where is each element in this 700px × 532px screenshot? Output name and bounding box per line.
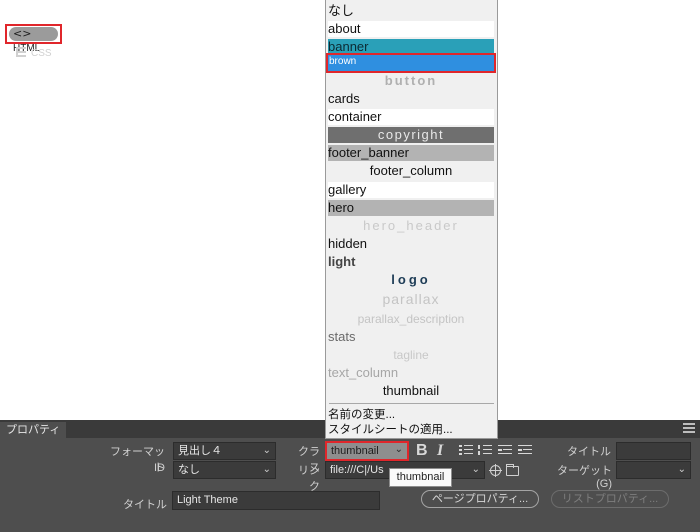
class-dropdown-list[interactable]: なし about banner brown button cards conta… bbox=[325, 0, 498, 439]
dropdown-item-stats[interactable]: stats bbox=[328, 329, 494, 345]
html-mode-pill[interactable]: <> HTML bbox=[9, 27, 58, 54]
dropdown-item-banner[interactable]: banner bbox=[328, 39, 494, 55]
tab-properties[interactable]: プロパティ bbox=[0, 422, 67, 438]
id-label: ID bbox=[154, 462, 165, 474]
chevron-down-icon[interactable]: ⌄ bbox=[472, 462, 480, 478]
dropdown-separator bbox=[329, 403, 494, 404]
class-tooltip: thumbnail bbox=[389, 468, 452, 487]
dropdown-item-light[interactable]: light bbox=[328, 254, 494, 270]
css-mode-toggle[interactable]: CSS bbox=[16, 47, 52, 59]
unordered-list-icon[interactable] bbox=[459, 445, 473, 456]
dropdown-item-about[interactable]: about bbox=[328, 21, 494, 37]
dropdown-item-brown-selected[interactable]: brown bbox=[326, 53, 496, 73]
dropdown-item-footer-column[interactable]: footer_column bbox=[328, 163, 494, 179]
id-select[interactable]: なし ⌄ bbox=[173, 461, 276, 479]
dropdown-item-thumbnail[interactable]: thumbnail bbox=[328, 383, 494, 399]
format-value: 見出し４ bbox=[178, 445, 222, 457]
chevron-down-icon: ⌄ bbox=[262, 464, 271, 475]
link-value: file:///C|/Us bbox=[330, 464, 384, 476]
code-brackets-icon: <> bbox=[13, 27, 32, 40]
dropdown-item-hero-header[interactable]: hero_header bbox=[328, 218, 494, 234]
page-properties-button[interactable]: ページプロパティ... bbox=[421, 490, 539, 508]
document-title-label: タイトル bbox=[123, 499, 167, 511]
rename-class-action[interactable]: 名前の変更... bbox=[328, 408, 395, 423]
target-select[interactable]: ⌄ bbox=[616, 461, 691, 479]
bold-button[interactable]: B bbox=[416, 442, 428, 460]
dropdown-item-button[interactable]: button bbox=[328, 73, 494, 89]
dropdown-item-none[interactable]: なし bbox=[328, 3, 494, 19]
id-value: なし bbox=[178, 464, 200, 476]
dropdown-item-parallax-description[interactable]: parallax_description bbox=[328, 311, 494, 327]
list-properties-button: リストプロパティ... bbox=[551, 490, 669, 508]
target-label: ターゲット (G) bbox=[557, 465, 612, 490]
html-mode-toggle[interactable]: <> HTML bbox=[5, 24, 62, 54]
chevron-down-icon: ⌄ bbox=[262, 445, 271, 456]
class-select[interactable]: thumbnail ⌄ bbox=[325, 441, 409, 461]
dropdown-item-parallax[interactable]: parallax bbox=[328, 291, 494, 307]
dropdown-item-hero[interactable]: hero bbox=[328, 200, 494, 216]
format-select[interactable]: 見出し４ ⌄ bbox=[173, 442, 276, 460]
apply-stylesheet-action[interactable]: スタイルシートの適用... bbox=[328, 423, 453, 438]
title-input-right[interactable] bbox=[616, 442, 691, 460]
class-value: thumbnail bbox=[331, 445, 379, 457]
document-title-value: Light Theme bbox=[177, 494, 238, 506]
chevron-down-icon: ⌄ bbox=[677, 464, 686, 475]
css-mode-label: CSS bbox=[31, 48, 52, 59]
panel-menu-icon[interactable] bbox=[683, 423, 695, 435]
dropdown-item-tagline[interactable]: tagline bbox=[328, 347, 494, 363]
dropdown-item-text-column[interactable]: text_column bbox=[328, 365, 494, 381]
document-title-input[interactable]: Light Theme bbox=[172, 491, 380, 510]
chevron-down-icon: ⌄ bbox=[394, 444, 403, 455]
ordered-list-icon[interactable] bbox=[478, 445, 492, 456]
css-grid-icon bbox=[16, 47, 26, 57]
dropdown-item-logo[interactable]: logo bbox=[328, 272, 494, 288]
link-label: リンク bbox=[298, 465, 320, 493]
indent-icon[interactable] bbox=[518, 445, 532, 456]
dropdown-item-container[interactable]: container bbox=[328, 109, 494, 125]
title-label-right: タイトル bbox=[567, 446, 611, 458]
dropdown-item-copyright[interactable]: copyright bbox=[328, 127, 494, 143]
dropdown-item-footer-banner[interactable]: footer_banner bbox=[328, 145, 494, 161]
outdent-icon[interactable] bbox=[498, 445, 512, 456]
dropdown-item-hidden[interactable]: hidden bbox=[328, 236, 494, 252]
dropdown-item-gallery[interactable]: gallery bbox=[328, 182, 494, 198]
italic-button[interactable]: I bbox=[437, 442, 443, 460]
folder-icon[interactable] bbox=[506, 464, 519, 476]
dropdown-item-cards[interactable]: cards bbox=[328, 91, 494, 107]
target-point-icon[interactable] bbox=[489, 464, 502, 477]
